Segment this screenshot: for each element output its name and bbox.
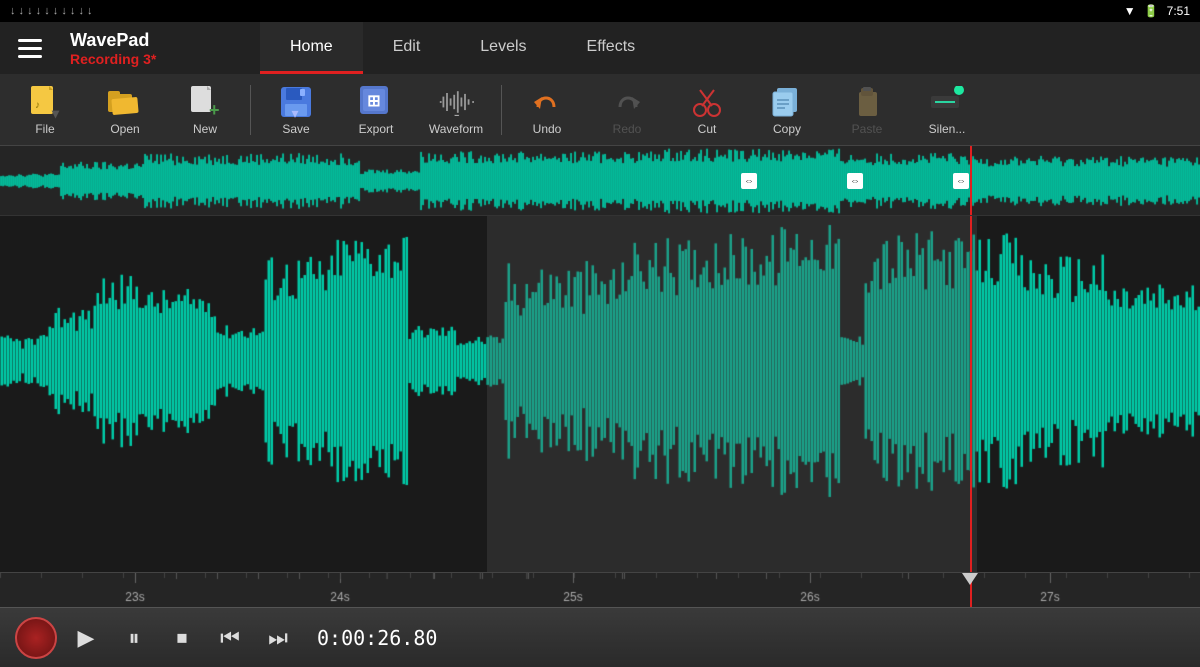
redo-label: Redo: [613, 122, 642, 136]
wifi-icon: ▼: [1124, 4, 1136, 18]
save-button[interactable]: ▾ Save: [256, 78, 336, 142]
svg-text:⊞: ⊞: [367, 93, 380, 110]
selection-handle-start[interactable]: ⇔: [741, 173, 757, 189]
cut-icon: [689, 84, 725, 120]
waveform-icon: ▾: [438, 84, 474, 120]
redo-button[interactable]: Redo: [587, 78, 667, 142]
file-icon: ♪ ▾: [27, 84, 63, 120]
selection-handle-mid[interactable]: ⇔: [847, 173, 863, 189]
waveform-container[interactable]: ⇔ ⇔ ⇔: [0, 146, 1200, 607]
skip-back-button[interactable]: ⏮: [211, 619, 249, 657]
tab-effects[interactable]: Effects: [557, 22, 666, 74]
undo-icon: [529, 84, 565, 120]
new-icon: +: [187, 84, 223, 120]
silence-label: Silen...: [929, 122, 966, 136]
svg-text:▾: ▾: [291, 105, 298, 120]
notification-icons: ↓ ↓ ↓ ↓ ↓ ↓ ↓ ↓ ↓ ↓: [10, 5, 93, 17]
silence-button[interactable]: Silen...: [907, 78, 987, 142]
recording-name: Recording 3*: [70, 51, 260, 67]
waveform-label: Waveform: [429, 122, 483, 136]
record-button[interactable]: [15, 617, 57, 659]
toolbar: ♪ ▾ File Open + New: [0, 74, 1200, 146]
stop-button[interactable]: ⏹: [163, 619, 201, 657]
app-title: WavePad Recording 3*: [60, 30, 260, 67]
new-label: New: [193, 122, 217, 136]
paste-icon: [849, 84, 885, 120]
svg-text:♪: ♪: [35, 100, 40, 111]
play-button[interactable]: ▶: [67, 619, 105, 657]
svg-text:+: +: [209, 100, 220, 120]
overview-track[interactable]: ⇔ ⇔ ⇔: [0, 146, 1200, 216]
title-bar: WavePad Recording 3* Home Edit Levels Ef…: [0, 22, 1200, 74]
undo-button[interactable]: Undo: [507, 78, 587, 142]
file-button[interactable]: ♪ ▾ File: [5, 78, 85, 142]
paste-button[interactable]: Paste: [827, 78, 907, 142]
skip-forward-button[interactable]: ⏭: [259, 619, 297, 657]
svg-text:▾: ▾: [454, 112, 459, 116]
main-track[interactable]: [0, 216, 1200, 572]
copy-button[interactable]: Copy: [747, 78, 827, 142]
timeline-playhead-triangle: [962, 573, 978, 585]
transport-bar: ▶ ⏸ ⏹ ⏮ ⏭ 0:00:26.80: [0, 607, 1200, 667]
paste-label: Paste: [852, 122, 883, 136]
status-bar: ↓ ↓ ↓ ↓ ↓ ↓ ↓ ↓ ↓ ↓ ▼ 🔋 7:51: [0, 0, 1200, 22]
export-label: Export: [359, 122, 394, 136]
tab-edit[interactable]: Edit: [363, 22, 451, 74]
save-label: Save: [282, 122, 309, 136]
copy-label: Copy: [773, 122, 801, 136]
open-label: Open: [110, 122, 139, 136]
svg-text:▾: ▾: [51, 105, 60, 120]
selection-handle-end[interactable]: ⇔: [953, 173, 969, 189]
undo-label: Undo: [533, 122, 562, 136]
cut-button[interactable]: Cut: [667, 78, 747, 142]
clock: 7:51: [1167, 4, 1190, 18]
export-icon: ⊞: [358, 84, 394, 120]
timeline-ruler: [0, 572, 1200, 607]
nav-tabs: Home Edit Levels Effects: [260, 22, 1200, 74]
pause-button[interactable]: ⏸: [115, 619, 153, 657]
export-button[interactable]: ⊞ Export: [336, 78, 416, 142]
open-icon: [107, 84, 143, 120]
save-icon: ▾: [278, 84, 314, 120]
waveform-button[interactable]: ▾ Waveform: [416, 78, 496, 142]
toolbar-separator-2: [501, 85, 502, 135]
copy-icon: [769, 84, 805, 120]
tab-levels[interactable]: Levels: [450, 22, 556, 74]
time-display: 0:00:26.80: [317, 626, 437, 650]
redo-icon: [609, 84, 645, 120]
new-button[interactable]: + New: [165, 78, 245, 142]
app-name: WavePad: [70, 30, 260, 51]
open-button[interactable]: Open: [85, 78, 165, 142]
hamburger-menu[interactable]: [0, 22, 60, 74]
cut-label: Cut: [698, 122, 717, 136]
tab-home[interactable]: Home: [260, 22, 363, 74]
file-label: File: [35, 122, 54, 136]
toolbar-separator-1: [250, 85, 251, 135]
silence-icon: [929, 84, 965, 120]
battery-icon: 🔋: [1144, 4, 1159, 18]
